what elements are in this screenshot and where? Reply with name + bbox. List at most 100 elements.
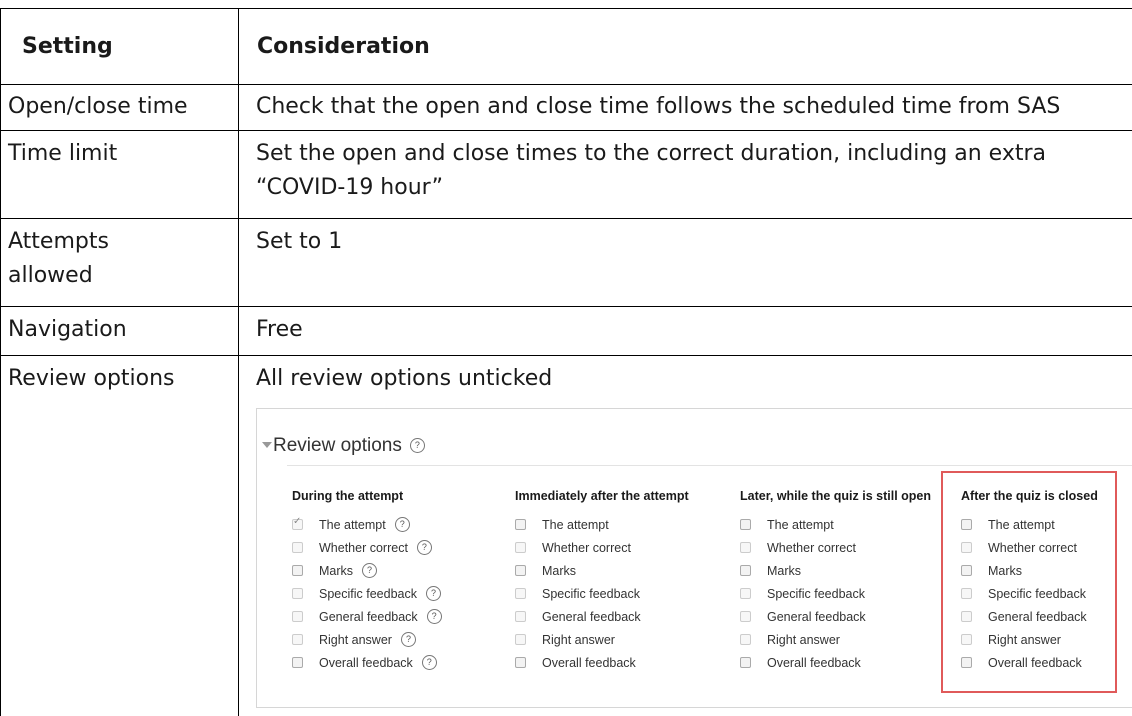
- review-option-label: The attempt: [767, 517, 834, 532]
- review-option[interactable]: Specific feedback: [515, 582, 689, 605]
- review-option[interactable]: Whether correct?: [292, 536, 442, 559]
- checkbox[interactable]: [515, 611, 526, 622]
- consideration-navigation: Free: [256, 317, 303, 342]
- review-option-label: Right answer: [319, 632, 392, 647]
- review-option-label: The attempt: [542, 517, 609, 532]
- review-option[interactable]: The attempt: [740, 513, 931, 536]
- review-option[interactable]: Overall feedback: [740, 651, 931, 674]
- review-option-label: Specific feedback: [319, 586, 417, 601]
- checkbox[interactable]: [515, 588, 526, 599]
- setting-open-close-time: Open/close time: [8, 94, 188, 119]
- checkbox[interactable]: [292, 657, 303, 668]
- review-option[interactable]: Whether correct: [740, 536, 931, 559]
- review-option-label: General feedback: [767, 609, 866, 624]
- review-option-label: Marks: [767, 563, 802, 578]
- review-column: Immediately after the attempt The attempt…: [515, 489, 689, 674]
- header-consideration: Consideration: [257, 34, 430, 59]
- review-option[interactable]: General feedback: [515, 605, 689, 628]
- checkbox[interactable]: [740, 611, 751, 622]
- table-row-divider: [0, 218, 1132, 219]
- setting-attempts-allowed-line1: Attempts: [8, 229, 109, 254]
- review-option-label: Specific feedback: [542, 586, 640, 601]
- table-row-divider: [0, 130, 1132, 131]
- review-column-heading: During the attempt: [292, 489, 404, 503]
- review-option[interactable]: Specific feedback: [740, 582, 931, 605]
- review-options-heading[interactable]: Review options?: [273, 435, 425, 457]
- setting-review-options: Review options: [8, 366, 175, 391]
- checkbox[interactable]: [515, 519, 526, 530]
- consideration-open-close-time: Check that the open and close time follo…: [256, 94, 1061, 119]
- review-option-label: Overall feedback: [319, 655, 413, 670]
- review-column: Later, while the quiz is still open The a…: [740, 489, 931, 674]
- review-option[interactable]: Specific feedback?: [292, 582, 442, 605]
- collapse-caret-icon[interactable]: [262, 442, 272, 448]
- checkbox[interactable]: [740, 542, 751, 553]
- review-option[interactable]: General feedback?: [292, 605, 442, 628]
- review-option-label: Marks: [542, 563, 577, 578]
- review-option-label: General feedback: [319, 609, 418, 624]
- review-options-screenshot: Review options? During the attempt The at…: [256, 408, 1132, 708]
- review-option-label: Overall feedback: [542, 655, 636, 670]
- help-icon[interactable]: ?: [409, 438, 425, 454]
- review-option[interactable]: The attempt: [515, 513, 689, 536]
- checkbox[interactable]: [740, 519, 751, 530]
- checkbox[interactable]: [292, 634, 303, 645]
- checkbox[interactable]: [515, 565, 526, 576]
- review-option[interactable]: Marks: [740, 559, 931, 582]
- review-option-label: General feedback: [542, 609, 641, 624]
- checkbox[interactable]: [515, 634, 526, 645]
- highlight-box: [941, 471, 1117, 693]
- setting-time-limit: Time limit: [8, 141, 118, 166]
- review-option-label: Marks: [319, 563, 354, 578]
- checkbox[interactable]: [740, 657, 751, 668]
- table-column-divider: [238, 8, 239, 716]
- help-icon[interactable]: ?: [425, 586, 441, 601]
- review-option-label: Whether correct: [767, 540, 856, 555]
- review-option[interactable]: Whether correct: [515, 536, 689, 559]
- review-column: During the attemptThe attempt?Whether co…: [292, 489, 442, 674]
- review-option[interactable]: Overall feedback?: [292, 651, 442, 674]
- consideration-time-limit-line2: “COVID-19 hour”: [256, 175, 444, 200]
- help-icon[interactable]: ?: [394, 517, 410, 532]
- review-option-label: Right answer: [767, 632, 840, 647]
- review-option[interactable]: Marks?: [292, 559, 442, 582]
- checkbox[interactable]: [515, 657, 526, 668]
- review-option[interactable]: Marks: [515, 559, 689, 582]
- table-border-left: [0, 8, 1, 716]
- review-option-label: Whether correct: [542, 540, 631, 555]
- review-option[interactable]: General feedback: [740, 605, 931, 628]
- header-setting: Setting: [22, 34, 113, 59]
- review-option[interactable]: Right answer: [515, 628, 689, 651]
- review-option[interactable]: Right answer?: [292, 628, 442, 651]
- help-icon[interactable]: ?: [416, 540, 432, 555]
- review-options-title: Review options: [273, 435, 402, 456]
- review-column-heading: Later, while the quiz is still open: [740, 489, 932, 503]
- checkbox[interactable]: [515, 542, 526, 553]
- review-option-label: Specific feedback: [767, 586, 865, 601]
- checkbox[interactable]: [292, 516, 303, 530]
- consideration-review-options: All review options unticked: [256, 366, 553, 391]
- table-row-divider: [0, 84, 1132, 85]
- table-row-divider: [0, 355, 1132, 356]
- review-option[interactable]: The attempt?: [292, 513, 442, 536]
- review-option[interactable]: Right answer: [740, 628, 931, 651]
- checkbox[interactable]: [292, 588, 303, 599]
- review-option-label: The attempt: [319, 517, 386, 532]
- help-icon[interactable]: ?: [362, 563, 378, 578]
- checkbox[interactable]: [292, 565, 303, 576]
- checkbox[interactable]: [292, 611, 303, 622]
- checkbox[interactable]: [740, 565, 751, 576]
- checkbox[interactable]: [740, 634, 751, 645]
- checkbox[interactable]: [740, 588, 751, 599]
- setting-navigation: Navigation: [8, 317, 127, 342]
- review-option[interactable]: Overall feedback: [515, 651, 689, 674]
- section-divider: [287, 465, 1132, 466]
- table-row-divider: [0, 306, 1132, 307]
- help-icon[interactable]: ?: [426, 609, 442, 624]
- review-column-heading: Immediately after the attempt: [515, 489, 689, 503]
- help-icon[interactable]: ?: [400, 632, 416, 647]
- checkbox[interactable]: [292, 542, 303, 553]
- help-icon[interactable]: ?: [421, 655, 437, 670]
- review-option-label: Whether correct: [319, 540, 408, 555]
- table-border-top: [0, 8, 1132, 9]
